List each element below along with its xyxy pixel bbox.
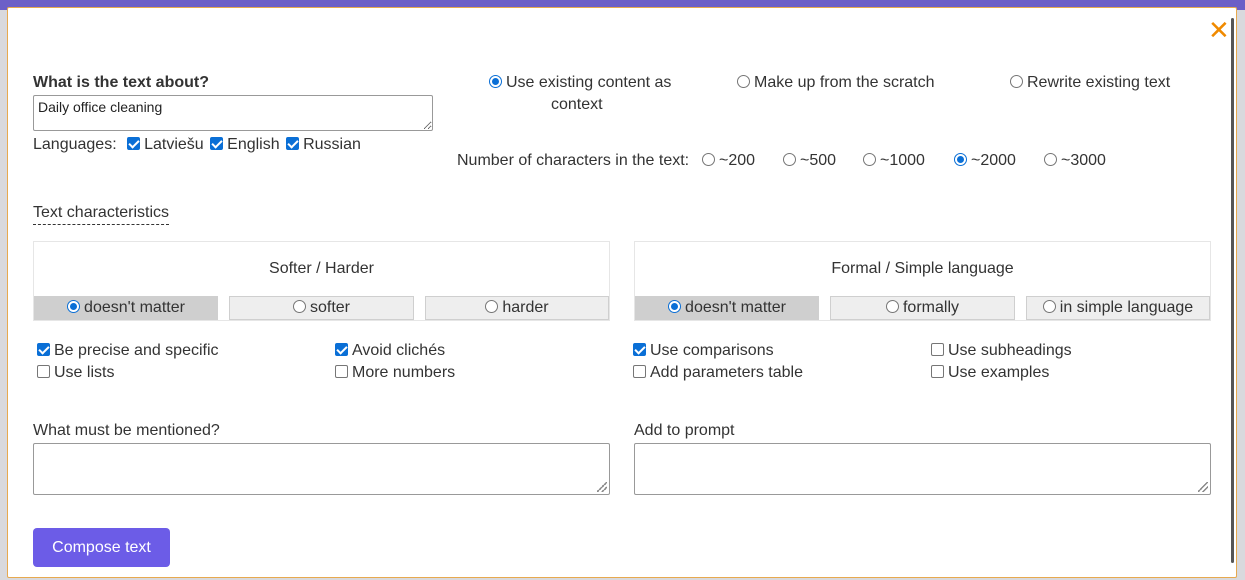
formal-simple-title: Formal / Simple language — [831, 260, 1014, 277]
checkbox-use-examples[interactable]: Use examples — [931, 364, 1049, 382]
compose-text-dialog: ✕ What is the text about? Daily office c… — [7, 7, 1237, 578]
radio-icon[interactable] — [1044, 153, 1057, 166]
checkbox-icon[interactable] — [633, 365, 646, 378]
length-option-2000[interactable]: ~2000 — [954, 152, 1016, 170]
mode-option-rewrite[interactable]: Rewrite existing text — [1010, 74, 1170, 92]
mode-option-existing-line2: context — [551, 96, 603, 113]
checkbox-label: Add parameters table — [650, 364, 803, 381]
language-latviesu[interactable]: Latviešu — [127, 136, 204, 153]
radio-icon[interactable] — [783, 153, 796, 166]
length-option-500[interactable]: ~500 — [783, 152, 836, 170]
softer-harder-option-doesnt-matter[interactable]: doesn't matter — [34, 296, 218, 320]
languages-row: Languages: Latviešu English Russian — [33, 136, 361, 154]
checkbox-icon[interactable] — [335, 365, 348, 378]
checkbox-icon[interactable] — [127, 137, 141, 150]
mode-option-scratch[interactable]: Make up from the scratch — [737, 74, 935, 92]
length-option-label: ~200 — [719, 152, 756, 169]
length-option-label: ~2000 — [971, 152, 1016, 169]
radio-icon[interactable] — [1042, 300, 1056, 313]
checkbox-icon[interactable] — [210, 137, 224, 150]
checkbox-more-numbers[interactable]: More numbers — [335, 364, 455, 382]
prompt-label: Add to prompt — [634, 422, 735, 439]
language-label: English — [227, 136, 280, 153]
length-option-200[interactable]: ~200 — [702, 152, 755, 170]
softer-harder-option-harder[interactable]: harder — [425, 296, 609, 320]
radio-icon[interactable] — [885, 300, 899, 313]
mode-option-label: Use existing content as — [506, 74, 672, 91]
language-russian[interactable]: Russian — [286, 136, 361, 153]
checkbox-use-subheadings[interactable]: Use subheadings — [931, 342, 1072, 360]
topic-label: What is the text about? — [33, 74, 209, 91]
checkbox-label: Use lists — [54, 364, 115, 381]
checkbox-add-parameters-table[interactable]: Add parameters table — [633, 364, 803, 382]
softer-harder-option-softer[interactable]: softer — [229, 296, 414, 320]
close-icon[interactable]: ✕ — [1208, 17, 1230, 43]
option-label: formally — [902, 299, 959, 316]
option-label: softer — [309, 299, 350, 316]
radio-icon[interactable] — [863, 153, 876, 166]
softer-harder-title: Softer / Harder — [269, 260, 374, 277]
radio-icon[interactable] — [954, 153, 967, 166]
language-english[interactable]: English — [210, 136, 280, 153]
languages-label: Languages: — [33, 136, 117, 153]
length-option-3000[interactable]: ~3000 — [1044, 152, 1106, 170]
scrollbar[interactable] — [1231, 18, 1234, 563]
mode-option-label: Rewrite existing text — [1027, 74, 1171, 91]
option-label: doesn't matter — [685, 299, 786, 316]
language-label: Russian — [303, 136, 361, 153]
radio-icon[interactable] — [737, 75, 750, 88]
checkbox-use-comparisons[interactable]: Use comparisons — [633, 342, 774, 360]
checkbox-label: Use examples — [948, 364, 1050, 381]
radio-icon[interactable] — [1010, 75, 1023, 88]
softer-harder-panel: Softer / Harder doesn't matter softer ha… — [33, 241, 610, 321]
radio-icon[interactable] — [485, 300, 499, 313]
option-label: harder — [502, 299, 549, 316]
checkbox-label: Use subheadings — [948, 342, 1072, 359]
option-label: doesn't matter — [84, 299, 185, 316]
resize-grip-icon[interactable] — [597, 482, 607, 492]
length-label: Number of characters in the text: — [457, 152, 690, 169]
checkbox-icon[interactable] — [931, 365, 944, 378]
mentions-label: What must be mentioned? — [33, 422, 220, 439]
checkbox-use-lists[interactable]: Use lists — [37, 364, 114, 382]
radio-icon[interactable] — [292, 300, 306, 313]
resize-grip-icon[interactable] — [1198, 482, 1208, 492]
checkbox-icon[interactable] — [37, 343, 50, 356]
checkbox-label: Be precise and specific — [54, 342, 219, 359]
checkbox-icon[interactable] — [335, 343, 348, 356]
language-label: Latviešu — [144, 136, 204, 153]
prompt-textarea[interactable] — [634, 443, 1211, 495]
mode-option-existing[interactable]: Use existing content as — [489, 74, 671, 92]
radio-icon[interactable] — [67, 300, 81, 313]
length-option-label: ~500 — [800, 152, 837, 169]
checkbox-label: More numbers — [352, 364, 456, 381]
formal-simple-option-simple-language[interactable]: in simple language — [1026, 296, 1210, 320]
length-option-1000[interactable]: ~1000 — [863, 152, 925, 170]
checkbox-icon[interactable] — [633, 343, 646, 356]
topic-input[interactable]: Daily office cleaning — [33, 95, 433, 131]
checkbox-icon[interactable] — [286, 137, 300, 150]
checkbox-icon[interactable] — [37, 365, 50, 378]
checkbox-icon[interactable] — [931, 343, 944, 356]
compose-text-button[interactable]: Compose text — [33, 528, 170, 567]
formal-simple-option-doesnt-matter[interactable]: doesn't matter — [635, 296, 819, 320]
radio-icon[interactable] — [489, 75, 502, 88]
text-characteristics-toggle[interactable]: Text characteristics — [33, 204, 170, 225]
checkbox-label: Avoid clichés — [352, 342, 446, 359]
radio-icon[interactable] — [702, 153, 715, 166]
mentions-textarea[interactable] — [33, 443, 610, 495]
radio-icon[interactable] — [668, 300, 682, 313]
mode-option-label: Make up from the scratch — [754, 74, 935, 91]
length-option-label: ~3000 — [1061, 152, 1106, 169]
option-label: in simple language — [1059, 299, 1194, 316]
formal-simple-panel: Formal / Simple language doesn't matter … — [634, 241, 1211, 321]
checkbox-be-precise[interactable]: Be precise and specific — [37, 342, 219, 360]
checkbox-label: Use comparisons — [650, 342, 774, 359]
formal-simple-option-formally[interactable]: formally — [830, 296, 1015, 320]
checkbox-avoid-cliches[interactable]: Avoid clichés — [335, 342, 445, 360]
length-option-label: ~1000 — [880, 152, 925, 169]
